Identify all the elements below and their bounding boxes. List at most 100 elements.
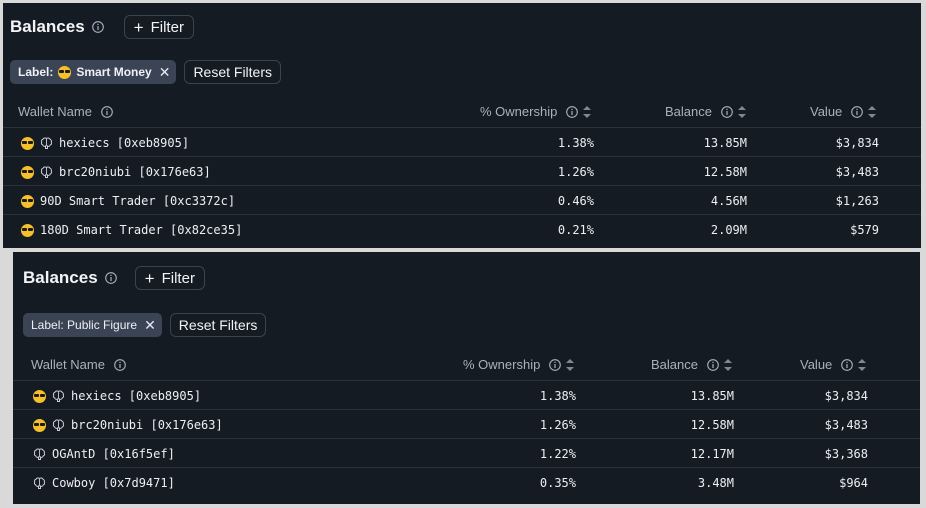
smart-money-icon: [58, 65, 72, 79]
brain-icon: [40, 165, 53, 179]
ownership-cell: 1.26%: [557, 165, 594, 179]
close-icon[interactable]: ✕: [159, 64, 171, 81]
wallet-name[interactable]: Cowboy [0x7d9471]: [52, 476, 175, 490]
active-filters: Label: Public Figure ✕ Reset Filters: [23, 313, 267, 337]
wallet-name-cell[interactable]: OGAntD [0x16f5ef]: [33, 447, 175, 461]
info-icon[interactable]: [104, 272, 117, 284]
info-icon[interactable]: [91, 21, 104, 33]
wallet-name[interactable]: 90D Smart Trader [0xc3372c]: [40, 194, 235, 208]
info-icon[interactable]: [841, 358, 854, 371]
ownership-cell: 0.35%: [539, 476, 576, 490]
wallet-name[interactable]: brc20niubi [0x176e63]: [71, 418, 223, 432]
column-value[interactable]: Value: [810, 104, 877, 119]
brain-icon: [33, 447, 46, 461]
ownership-cell: 1.22%: [539, 447, 576, 461]
table-row[interactable]: brc20niubi [0x176e63] 1.26% 12.58M $3,483: [13, 409, 920, 439]
column-balance[interactable]: Balance: [665, 104, 746, 119]
table-header: Wallet Name % Ownership Balance Value: [13, 352, 920, 380]
balance-cell: 2.09M: [710, 223, 747, 237]
value-cell: $3,834: [835, 136, 879, 150]
sort-icon[interactable]: [737, 105, 746, 118]
table-row[interactable]: 90D Smart Trader [0xc3372c] 0.46% 4.56M $1,…: [3, 185, 921, 215]
wallet-name[interactable]: brc20niubi [0x176e63]: [59, 165, 211, 179]
value-cell: $3,834: [824, 389, 868, 403]
value-cell: $579: [850, 223, 879, 237]
balance-cell: 12.58M: [703, 165, 747, 179]
value-cell: $964: [839, 476, 868, 490]
close-icon[interactable]: ✕: [144, 317, 156, 334]
filter-chip-smart-money[interactable]: Label: Smart Money ✕: [10, 60, 177, 84]
balance-cell: 13.85M: [690, 389, 734, 403]
table-row[interactable]: Cowboy [0x7d9471] 0.35% 3.48M $964: [13, 467, 920, 497]
wallet-name-cell[interactable]: brc20niubi [0x176e63]: [33, 418, 223, 432]
column-label: Balance: [665, 104, 712, 119]
brain-icon: [33, 476, 46, 490]
chip-label: Label:: [18, 65, 54, 79]
brain-icon: [52, 418, 65, 432]
column-balance[interactable]: Balance: [651, 357, 732, 372]
panel-header: Balances + Filter: [23, 266, 205, 290]
chip-label: Label: Public Figure: [31, 318, 138, 332]
wallet-name-cell[interactable]: 180D Smart Trader [0x82ce35]: [21, 223, 242, 237]
info-icon[interactable]: [707, 358, 719, 371]
info-icon[interactable]: [549, 358, 562, 371]
balance-cell: 4.56M: [710, 194, 747, 208]
sort-icon[interactable]: [566, 358, 575, 371]
table-row[interactable]: OGAntD [0x16f5ef] 1.22% 12.17M $3,368: [13, 438, 920, 468]
column-label: Balance: [651, 357, 698, 372]
wallet-name-cell[interactable]: Cowboy [0x7d9471]: [33, 476, 175, 490]
info-icon[interactable]: [101, 105, 113, 118]
reset-filters-button[interactable]: Reset Filters: [169, 313, 267, 337]
filter-button[interactable]: + Filter: [134, 266, 205, 290]
sort-icon[interactable]: [858, 358, 867, 371]
wallet-name-cell[interactable]: hexiecs [0xeb8905]: [33, 389, 201, 403]
info-icon[interactable]: [851, 105, 864, 118]
smart-money-icon: [21, 223, 34, 237]
chip-value: Smart Money: [76, 65, 152, 79]
reset-filters-button[interactable]: Reset Filters: [184, 60, 282, 84]
value-cell: $3,483: [824, 418, 868, 432]
brain-icon: [40, 136, 53, 150]
table-row[interactable]: brc20niubi [0x176e63] 1.26% 12.58M $3,483: [3, 156, 921, 186]
plus-icon: +: [144, 268, 155, 288]
wallet-name[interactable]: OGAntD [0x16f5ef]: [52, 447, 175, 461]
balance-cell: 12.17M: [690, 447, 734, 461]
smart-money-icon: [33, 418, 46, 432]
wallet-name-cell[interactable]: hexiecs [0xeb8905]: [21, 136, 189, 150]
balance-cell: 3.48M: [697, 476, 734, 490]
ownership-cell: 1.26%: [539, 418, 576, 432]
plus-icon: +: [133, 17, 144, 37]
ownership-cell: 0.21%: [557, 223, 594, 237]
smart-money-icon: [33, 389, 46, 403]
wallet-name[interactable]: 180D Smart Trader [0x82ce35]: [40, 223, 242, 237]
info-icon[interactable]: [114, 358, 126, 371]
filter-button-label: Filter: [161, 269, 195, 287]
column-ownership[interactable]: % Ownership: [480, 104, 592, 119]
wallet-name[interactable]: hexiecs [0xeb8905]: [59, 136, 189, 150]
ownership-cell: 0.46%: [557, 194, 594, 208]
column-label: Wallet Name: [18, 104, 92, 119]
panel-title: Balances: [10, 17, 85, 36]
wallet-name[interactable]: hexiecs [0xeb8905]: [71, 389, 201, 403]
value-cell: $3,483: [835, 165, 879, 179]
sort-icon[interactable]: [723, 358, 732, 371]
brain-icon: [52, 389, 65, 403]
column-ownership[interactable]: % Ownership: [463, 357, 575, 372]
filter-button[interactable]: + Filter: [123, 15, 194, 39]
table-row[interactable]: hexiecs [0xeb8905] 1.38% 13.85M $3,834: [3, 127, 921, 157]
ownership-cell: 1.38%: [539, 389, 576, 403]
wallet-name-cell[interactable]: brc20niubi [0x176e63]: [21, 165, 211, 179]
balances-panel-public-figure: Balances + Filter Label: Public Figure ✕…: [13, 252, 920, 504]
sort-icon[interactable]: [583, 105, 592, 118]
value-cell: $3,368: [824, 447, 868, 461]
column-value[interactable]: Value: [800, 357, 867, 372]
wallet-name-cell[interactable]: 90D Smart Trader [0xc3372c]: [21, 194, 235, 208]
sort-icon[interactable]: [868, 105, 877, 118]
info-icon[interactable]: [566, 105, 579, 118]
info-icon[interactable]: [721, 105, 733, 118]
balance-cell: 12.58M: [690, 418, 734, 432]
table-row[interactable]: 180D Smart Trader [0x82ce35] 0.21% 2.09M $5…: [3, 214, 921, 244]
table-row[interactable]: hexiecs [0xeb8905] 1.38% 13.85M $3,834: [13, 380, 920, 410]
filter-chip-public-figure[interactable]: Label: Public Figure ✕: [23, 313, 162, 337]
column-label: % Ownership: [463, 357, 541, 372]
